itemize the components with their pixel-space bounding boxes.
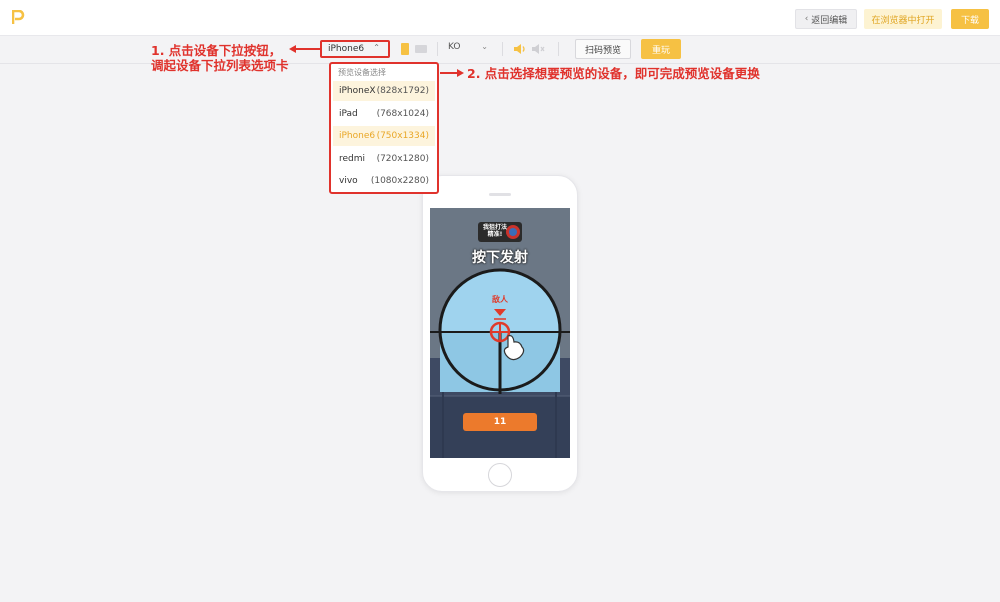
p-logo-icon[interactable] xyxy=(12,10,25,25)
device-option-redmi[interactable]: redmi (720x1280) xyxy=(333,149,435,169)
replay-button[interactable]: 重玩 xyxy=(641,39,681,59)
game-counter-button[interactable]: 11 xyxy=(463,413,537,431)
toolbar-divider xyxy=(558,42,559,56)
back-to-edit-label: 返回编辑 xyxy=(811,15,848,26)
scan-preview-button[interactable]: 扫码预览 xyxy=(575,39,631,59)
phone-home-button xyxy=(488,463,512,487)
device-option-resolution: (750x1334) xyxy=(376,131,429,141)
game-badge: 我狙打法 精准! xyxy=(480,224,510,238)
chevron-down-icon: ⌄ xyxy=(481,42,488,51)
game-instruction: 按下发射 xyxy=(472,250,528,266)
device-dropdown: 预览设备选择 iPhoneX (828x1792) iPad (768x1024… xyxy=(329,62,439,194)
annotation-step1-line2: 调起设备下拉列表选项卡 xyxy=(151,58,289,73)
device-option-name: iPhoneX xyxy=(339,86,376,96)
game-badge-line1: 我狙打法 xyxy=(482,224,507,231)
device-option-name: iPad xyxy=(339,109,358,119)
device-option-resolution: (720x1280) xyxy=(376,154,429,164)
device-option-name: vivo xyxy=(339,176,358,186)
landscape-icon[interactable] xyxy=(415,45,427,53)
game-preview-screen[interactable]: 我狙打法 精准! 按下发射 敌人 11 xyxy=(430,208,570,458)
annotation-arrow-left xyxy=(289,45,321,53)
toolbar-divider xyxy=(502,42,503,56)
device-option-resolution: (768x1024) xyxy=(376,109,429,119)
device-option-iphonex[interactable]: iPhoneX (828x1792) xyxy=(333,81,435,101)
device-option-iphone6[interactable]: iPhone6 (750x1334) xyxy=(333,126,435,146)
annotation-step1-line1: 1. 点击设备下拉按钮， xyxy=(151,43,282,58)
device-option-vivo[interactable]: vivo (1080x2280) xyxy=(333,171,435,191)
top-bar: ‹ 返回编辑 在浏览器中打开 下载 xyxy=(0,0,1000,36)
volume-on-icon[interactable] xyxy=(513,43,527,55)
device-select-highlight xyxy=(320,40,390,58)
download-button[interactable]: 下载 xyxy=(951,9,989,29)
language-select-value: KO xyxy=(448,42,461,52)
back-to-edit-button[interactable]: ‹ 返回编辑 xyxy=(795,9,857,29)
portrait-icon[interactable] xyxy=(401,43,409,55)
device-option-ipad[interactable]: iPad (768x1024) xyxy=(333,104,435,124)
device-option-resolution: (828x1792) xyxy=(376,86,429,96)
device-option-resolution: (1080x2280) xyxy=(370,176,429,186)
preview-toolbar xyxy=(0,36,1000,64)
device-dropdown-title: 预览设备选择 xyxy=(338,68,386,77)
toolbar-divider xyxy=(437,42,438,56)
device-option-name: redmi xyxy=(339,154,366,164)
language-select[interactable]: KO ⌄ xyxy=(448,42,492,56)
chevron-left-icon: ‹ xyxy=(804,14,809,24)
enemy-label: 敌人 xyxy=(492,295,508,304)
annotation-step2: 2. 点击选择想要预览的设备，即可完成预览设备更换 xyxy=(467,66,760,81)
device-option-name: iPhone6 xyxy=(339,131,376,141)
phone-speaker xyxy=(489,193,511,196)
annotation-arrow-right xyxy=(440,69,464,77)
game-badge-line2: 精准! xyxy=(487,231,503,238)
volume-off-icon[interactable] xyxy=(531,43,545,55)
open-in-browser-button[interactable]: 在浏览器中打开 xyxy=(864,9,942,29)
